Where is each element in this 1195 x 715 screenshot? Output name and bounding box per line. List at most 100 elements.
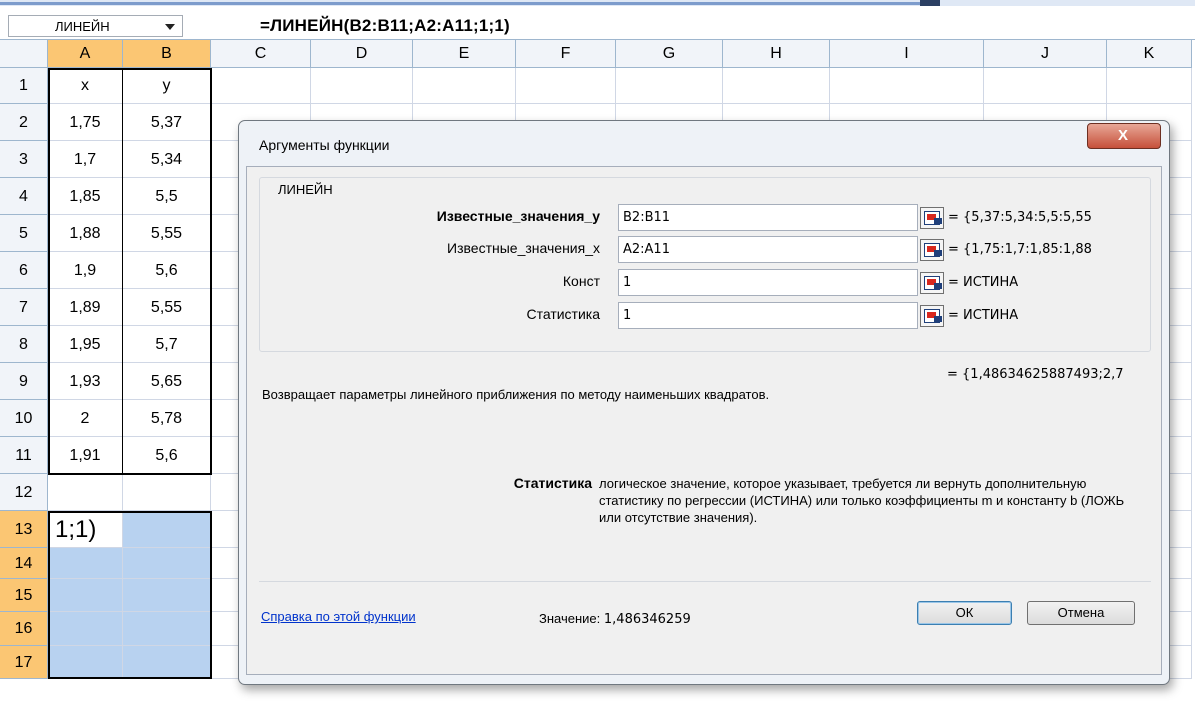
row-header-5[interactable]: 5	[0, 215, 48, 252]
arg-input-const[interactable]: 1	[618, 269, 918, 296]
cell-b14[interactable]	[123, 548, 211, 579]
cell-b12[interactable]	[123, 474, 211, 511]
row-header-14[interactable]: 14	[0, 548, 48, 579]
cell-a7[interactable]: 1,89	[48, 289, 123, 326]
arg-value-stats: = ИСТИНА	[948, 308, 1019, 323]
row-header-7[interactable]: 7	[0, 289, 48, 326]
cell-a16[interactable]	[48, 612, 123, 646]
cell-b7[interactable]: 5,55	[123, 289, 211, 326]
cell-a14[interactable]	[48, 548, 123, 579]
cell-b2[interactable]: 5,37	[123, 104, 211, 141]
row-header-13[interactable]: 13	[0, 511, 48, 548]
cell-c1[interactable]	[211, 68, 311, 104]
cell-b11[interactable]: 5,6	[123, 437, 211, 474]
cell-a17[interactable]	[48, 646, 123, 679]
arg-value-known-y: = {5,37:5,34:5,5:5,55	[948, 210, 1092, 225]
name-box-value: ЛИНЕЙН	[55, 19, 110, 34]
row-header-12[interactable]: 12	[0, 474, 48, 511]
column-header-e[interactable]: E	[413, 40, 516, 68]
cell-a5[interactable]: 1,88	[48, 215, 123, 252]
cell-b3[interactable]: 5,34	[123, 141, 211, 178]
cell-a8[interactable]: 1,95	[48, 326, 123, 363]
row-header-9[interactable]: 9	[0, 363, 48, 400]
help-link[interactable]: Справка по этой функции	[261, 609, 416, 624]
row-header-11[interactable]: 11	[0, 437, 48, 474]
ok-button[interactable]: ОК	[917, 601, 1012, 625]
cell-b16[interactable]	[123, 612, 211, 646]
row-header-6[interactable]: 6	[0, 252, 48, 289]
cell-b9[interactable]: 5,65	[123, 363, 211, 400]
function-name: ЛИНЕЙН	[278, 182, 333, 197]
chevron-down-icon[interactable]	[165, 24, 175, 30]
column-header-f[interactable]: F	[516, 40, 616, 68]
arg-input-stats[interactable]: 1	[618, 302, 918, 329]
row-header-10[interactable]: 10	[0, 400, 48, 437]
cell-f1[interactable]	[516, 68, 616, 104]
cell-a10[interactable]: 2	[48, 400, 123, 437]
cell-e1[interactable]	[413, 68, 516, 104]
row-header-15[interactable]: 15	[0, 579, 48, 612]
dialog-body: ЛИНЕЙН Известные_значения_y B2:B11 = {5,…	[246, 166, 1162, 675]
arg-input-known-y[interactable]: B2:B11	[618, 204, 918, 231]
cell-a6[interactable]: 1,9	[48, 252, 123, 289]
cell-a13-edit[interactable]: 1;1)	[49, 512, 122, 547]
select-all-corner[interactable]	[0, 40, 48, 68]
cell-a2[interactable]: 1,75	[48, 104, 123, 141]
row-header-8[interactable]: 8	[0, 326, 48, 363]
cell-b13[interactable]	[123, 511, 211, 548]
cell-a1[interactable]: x	[48, 68, 123, 104]
cell-a9[interactable]: 1,93	[48, 363, 123, 400]
range-select-icon-arrow	[934, 316, 942, 322]
cell-a11[interactable]: 1,91	[48, 437, 123, 474]
collapse-dialog-button[interactable]	[920, 207, 944, 229]
cell-h1[interactable]	[723, 68, 830, 104]
cell-b4[interactable]: 5,5	[123, 178, 211, 215]
row-header-16[interactable]: 16	[0, 612, 48, 646]
column-header-h[interactable]: H	[723, 40, 830, 68]
column-header-k[interactable]: K	[1107, 40, 1192, 68]
arg-input-known-x[interactable]: A2:A11	[618, 236, 918, 263]
row-header-4[interactable]: 4	[0, 178, 48, 215]
close-button[interactable]: X	[1087, 123, 1161, 149]
row-header-1[interactable]: 1	[0, 68, 48, 104]
column-header-b[interactable]: B	[123, 40, 211, 68]
cell-b1[interactable]: y	[123, 68, 211, 104]
cell-k1[interactable]	[1107, 68, 1192, 104]
cell-i1[interactable]	[830, 68, 984, 104]
range-select-icon-arrow	[934, 218, 942, 224]
name-box[interactable]: ЛИНЕЙН	[8, 15, 183, 37]
cell-b6[interactable]: 5,6	[123, 252, 211, 289]
column-header-g[interactable]: G	[616, 40, 723, 68]
cancel-button[interactable]: Отмена	[1027, 601, 1135, 625]
collapse-dialog-button[interactable]	[920, 305, 944, 327]
cell-d1[interactable]	[311, 68, 413, 104]
column-header-c[interactable]: C	[211, 40, 311, 68]
cell-j1[interactable]	[984, 68, 1107, 104]
column-header-i[interactable]: I	[830, 40, 984, 68]
column-header-d[interactable]: D	[311, 40, 413, 68]
cell-b8[interactable]: 5,7	[123, 326, 211, 363]
row-header-17[interactable]: 17	[0, 646, 48, 679]
cell-b15[interactable]	[123, 579, 211, 612]
cell-b5[interactable]: 5,55	[123, 215, 211, 252]
divider	[259, 581, 1151, 582]
arg-label-known-x: Известные_значения_x	[447, 240, 600, 256]
cell-a15[interactable]	[48, 579, 123, 612]
column-header-j[interactable]: J	[984, 40, 1107, 68]
cell-a3[interactable]: 1,7	[48, 141, 123, 178]
cell-b10[interactable]: 5,78	[123, 400, 211, 437]
row-header-2[interactable]: 2	[0, 104, 48, 141]
formula-result: = {1,48634625887493;2,7	[947, 367, 1124, 382]
collapse-dialog-button[interactable]	[920, 272, 944, 294]
argument-help-title: Статистика	[513, 475, 592, 491]
cell-a12[interactable]	[48, 474, 123, 511]
cell-b17[interactable]	[123, 646, 211, 679]
formula-input[interactable]: =ЛИНЕЙН(B2:B11;A2:A11;1;1)	[260, 16, 510, 36]
cell-a4[interactable]: 1,85	[48, 178, 123, 215]
dialog-title: Аргументы функции	[259, 137, 390, 153]
row-header-3[interactable]: 3	[0, 141, 48, 178]
value-label: Значение:	[539, 611, 601, 626]
collapse-dialog-button[interactable]	[920, 239, 944, 261]
cell-g1[interactable]	[616, 68, 723, 104]
column-header-a[interactable]: A	[48, 40, 123, 68]
